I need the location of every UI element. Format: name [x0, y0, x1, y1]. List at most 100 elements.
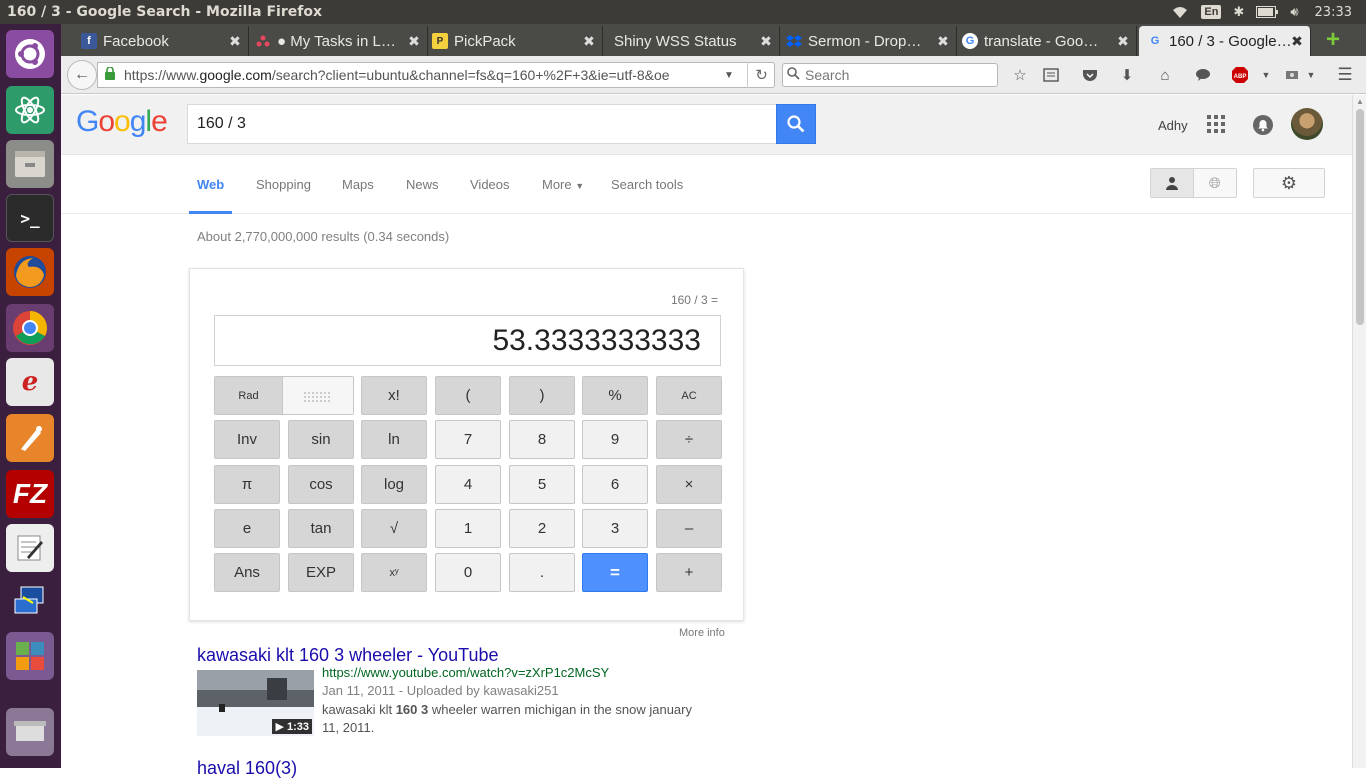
key-exp[interactable]: EXP: [288, 553, 354, 592]
key-cos[interactable]: cos: [288, 465, 354, 504]
key-decimal[interactable]: .: [509, 553, 575, 592]
nav-shopping[interactable]: Shopping: [256, 177, 311, 192]
search-bar[interactable]: Search: [782, 63, 998, 87]
key-1[interactable]: 1: [435, 509, 501, 548]
nav-videos[interactable]: Videos: [470, 177, 510, 192]
new-tab-button[interactable]: +: [1320, 26, 1346, 54]
key-3[interactable]: 3: [582, 509, 648, 548]
notifications-bell-icon[interactable]: [1253, 115, 1273, 135]
key-2[interactable]: 2: [509, 509, 575, 548]
close-icon[interactable]: ✖: [936, 33, 950, 50]
scroll-up-icon[interactable]: ▲: [1355, 97, 1365, 107]
keyboard-layout-indicator[interactable]: En: [1195, 0, 1227, 24]
clock[interactable]: 23:33: [1305, 0, 1366, 24]
filezilla-icon[interactable]: FZ: [6, 470, 54, 518]
result-title-link[interactable]: kawasaki klt 160 3 wheeler - YouTube: [197, 645, 499, 666]
bookmark-star-icon[interactable]: ☆: [1008, 64, 1032, 86]
apps-grid-icon[interactable]: [1207, 115, 1229, 137]
url-bar[interactable]: https://www.google.com/search?client=ubu…: [97, 62, 775, 88]
avatar[interactable]: [1291, 108, 1323, 140]
hamburger-menu-icon[interactable]: ☰: [1333, 64, 1357, 86]
tab-sermon-dropbox[interactable]: Sermon - Drop… ✖: [786, 26, 957, 56]
key-ans[interactable]: Ans: [214, 553, 280, 592]
personal-results-button[interactable]: [1151, 169, 1194, 197]
global-results-button[interactable]: 🌐︎: [1194, 169, 1237, 197]
key-6[interactable]: 6: [582, 465, 648, 504]
reload-button[interactable]: ↻: [747, 62, 775, 88]
result-url[interactable]: https://www.youtube.com/watch?v=zXrP1c2M…: [322, 665, 609, 680]
chevron-down-icon[interactable]: ▼: [724, 70, 734, 81]
chrome-icon[interactable]: [6, 304, 54, 352]
search-input[interactable]: 160 / 3: [187, 104, 777, 144]
terminal-icon[interactable]: >_: [6, 194, 54, 242]
back-button[interactable]: ←: [67, 60, 97, 90]
search-button[interactable]: [776, 104, 816, 144]
key-e[interactable]: e: [214, 509, 280, 548]
trash-icon[interactable]: [6, 708, 54, 756]
result-title-link[interactable]: haval 160(3): [197, 758, 297, 779]
key-factorial[interactable]: x!: [361, 376, 427, 415]
inkscape-icon[interactable]: [6, 414, 54, 462]
deg-button[interactable]: [283, 377, 353, 414]
key-tan[interactable]: tan: [288, 509, 354, 548]
nav-web[interactable]: Web: [197, 177, 224, 192]
user-name[interactable]: Adhy: [1158, 118, 1188, 133]
key-sin[interactable]: sin: [288, 420, 354, 459]
key-4[interactable]: 4: [435, 465, 501, 504]
key-percent[interactable]: %: [582, 376, 648, 415]
close-icon[interactable]: ✖: [1290, 33, 1304, 50]
key-inv[interactable]: Inv: [214, 420, 280, 459]
key-multiply[interactable]: ×: [656, 465, 722, 504]
atom-icon[interactable]: [6, 86, 54, 134]
adblock-plus-icon[interactable]: ABP: [1228, 64, 1252, 86]
page-scrollbar[interactable]: ▲: [1352, 95, 1366, 768]
key-pi[interactable]: π: [214, 465, 280, 504]
close-icon[interactable]: ✖: [407, 33, 421, 50]
close-icon[interactable]: ✖: [759, 33, 773, 50]
tab-active-google-search[interactable]: G 160 / 3 - Google… ✖: [1139, 26, 1311, 56]
ubuntu-dash-icon[interactable]: [6, 30, 54, 78]
key-equals[interactable]: =: [582, 553, 648, 592]
nav-search-tools[interactable]: Search tools: [611, 177, 683, 192]
settings-button[interactable]: ⚙: [1253, 168, 1325, 198]
key-divide[interactable]: ÷: [656, 420, 722, 459]
wifi-icon[interactable]: [1165, 0, 1195, 24]
key-ln[interactable]: ln: [361, 420, 427, 459]
tab-pickpack[interactable]: P PickPack ✖: [432, 26, 603, 56]
evince-icon[interactable]: e: [6, 358, 54, 406]
key-0[interactable]: 0: [435, 553, 501, 592]
pocket-icon[interactable]: [1078, 64, 1102, 86]
key-add[interactable]: +: [656, 553, 722, 592]
volume-icon[interactable]: 🔊︎: [1284, 0, 1304, 24]
nav-maps[interactable]: Maps: [342, 177, 374, 192]
downloads-icon[interactable]: ⬇: [1115, 64, 1139, 86]
video-thumbnail[interactable]: ▶ 1:33: [197, 670, 314, 736]
tab-shiny-wss-status[interactable]: Shiny WSS Status ✖: [608, 26, 780, 56]
scroll-thumb[interactable]: [1356, 109, 1364, 325]
key-log[interactable]: log: [361, 465, 427, 504]
close-icon[interactable]: ✖: [228, 33, 242, 50]
key-sqrt[interactable]: √: [361, 509, 427, 548]
chat-icon[interactable]: [1191, 64, 1215, 86]
close-icon[interactable]: ✖: [1116, 33, 1130, 50]
workspace-switcher-icon[interactable]: [6, 632, 54, 680]
rad-button[interactable]: Rad: [215, 377, 283, 414]
remmina-icon[interactable]: [6, 576, 54, 624]
bluetooth-icon[interactable]: ✱: [1227, 0, 1250, 24]
tab-translate-google[interactable]: G translate - Goo… ✖: [962, 26, 1137, 56]
key-all-clear[interactable]: AC: [656, 376, 722, 415]
key-9[interactable]: 9: [582, 420, 648, 459]
key-power[interactable]: xʸ: [361, 553, 427, 592]
more-info-link[interactable]: More info: [679, 627, 725, 639]
tab-my-tasks[interactable]: ● My Tasks in L… ✖: [255, 26, 428, 56]
key-close-paren[interactable]: ): [509, 376, 575, 415]
key-8[interactable]: 8: [509, 420, 575, 459]
nav-news[interactable]: News: [406, 177, 439, 192]
google-logo[interactable]: Google: [76, 105, 168, 139]
close-icon[interactable]: ✖: [582, 33, 596, 50]
tab-facebook[interactable]: f Facebook ✖: [81, 26, 249, 56]
key-open-paren[interactable]: (: [435, 376, 501, 415]
url-text[interactable]: https://www.google.com/search?client=ubu…: [124, 67, 720, 83]
home-icon[interactable]: ⌂: [1153, 64, 1177, 86]
files-icon[interactable]: [6, 140, 54, 188]
